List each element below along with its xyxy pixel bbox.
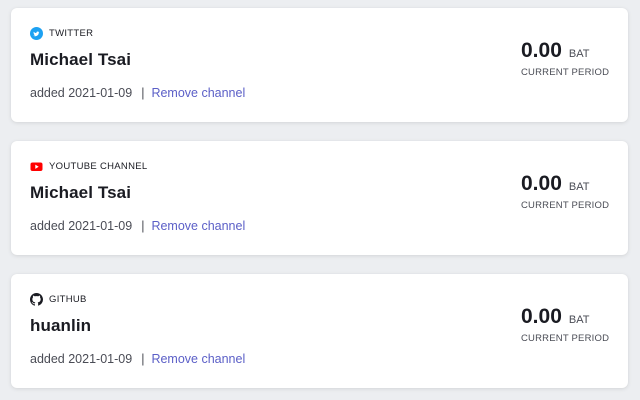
balance-currency: BAT [568,314,590,326]
channel-card-github: GITHUB huanlin added 2021-01-09 | Remove… [11,274,628,388]
channel-name: huanlin [30,316,92,335]
balance-amount: 0.00 [521,305,562,328]
balance-currency: BAT [568,48,590,60]
channel-name: Michael Tsai [30,183,132,202]
separator: | [141,86,145,100]
amount-row: 0.00 BAT [521,39,609,63]
platform-label: YOUTUBE CHANNEL [49,160,148,172]
platform-label: TWITTER [49,27,94,39]
remove-channel-link[interactable]: Remove channel [151,219,245,233]
twitter-icon [30,26,43,40]
remove-channel-link[interactable]: Remove channel [151,86,245,100]
channel-card-twitter: TWITTER Michael Tsai added 2021-01-09 | … [11,8,628,122]
added-row: added 2021-01-09 | Remove channel [30,352,245,366]
channel-card-youtube: YOUTUBE CHANNEL Michael Tsai added 2021-… [11,141,628,255]
platform-header: TWITTER [30,26,93,40]
separator: | [141,219,145,233]
balance-currency: BAT [568,181,590,193]
added-row: added 2021-01-09 | Remove channel [30,219,245,233]
balance: 0.00 BAT CURRENT PERIOD [521,39,609,78]
balance-period: CURRENT PERIOD [521,200,610,211]
amount-row: 0.00 BAT [521,305,609,329]
balance: 0.00 BAT CURRENT PERIOD [521,305,609,344]
added-date: added 2021-01-09 [30,352,133,366]
remove-channel-link[interactable]: Remove channel [151,352,245,366]
amount-row: 0.00 BAT [521,172,609,196]
platform-header: GITHUB [30,292,87,306]
added-date: added 2021-01-09 [30,219,133,233]
github-icon [30,292,43,306]
added-date: added 2021-01-09 [30,86,133,100]
separator: | [141,352,145,366]
channel-list: TWITTER Michael Tsai added 2021-01-09 | … [0,0,640,400]
channel-name: Michael Tsai [30,50,132,69]
added-row: added 2021-01-09 | Remove channel [30,86,245,100]
balance-period: CURRENT PERIOD [521,67,610,78]
balance-amount: 0.00 [521,39,562,62]
platform-header: YOUTUBE CHANNEL [30,159,147,173]
balance: 0.00 BAT CURRENT PERIOD [521,172,609,211]
platform-label: GITHUB [49,293,87,305]
balance-period: CURRENT PERIOD [521,333,610,344]
balance-amount: 0.00 [521,172,562,195]
youtube-icon [30,160,43,173]
